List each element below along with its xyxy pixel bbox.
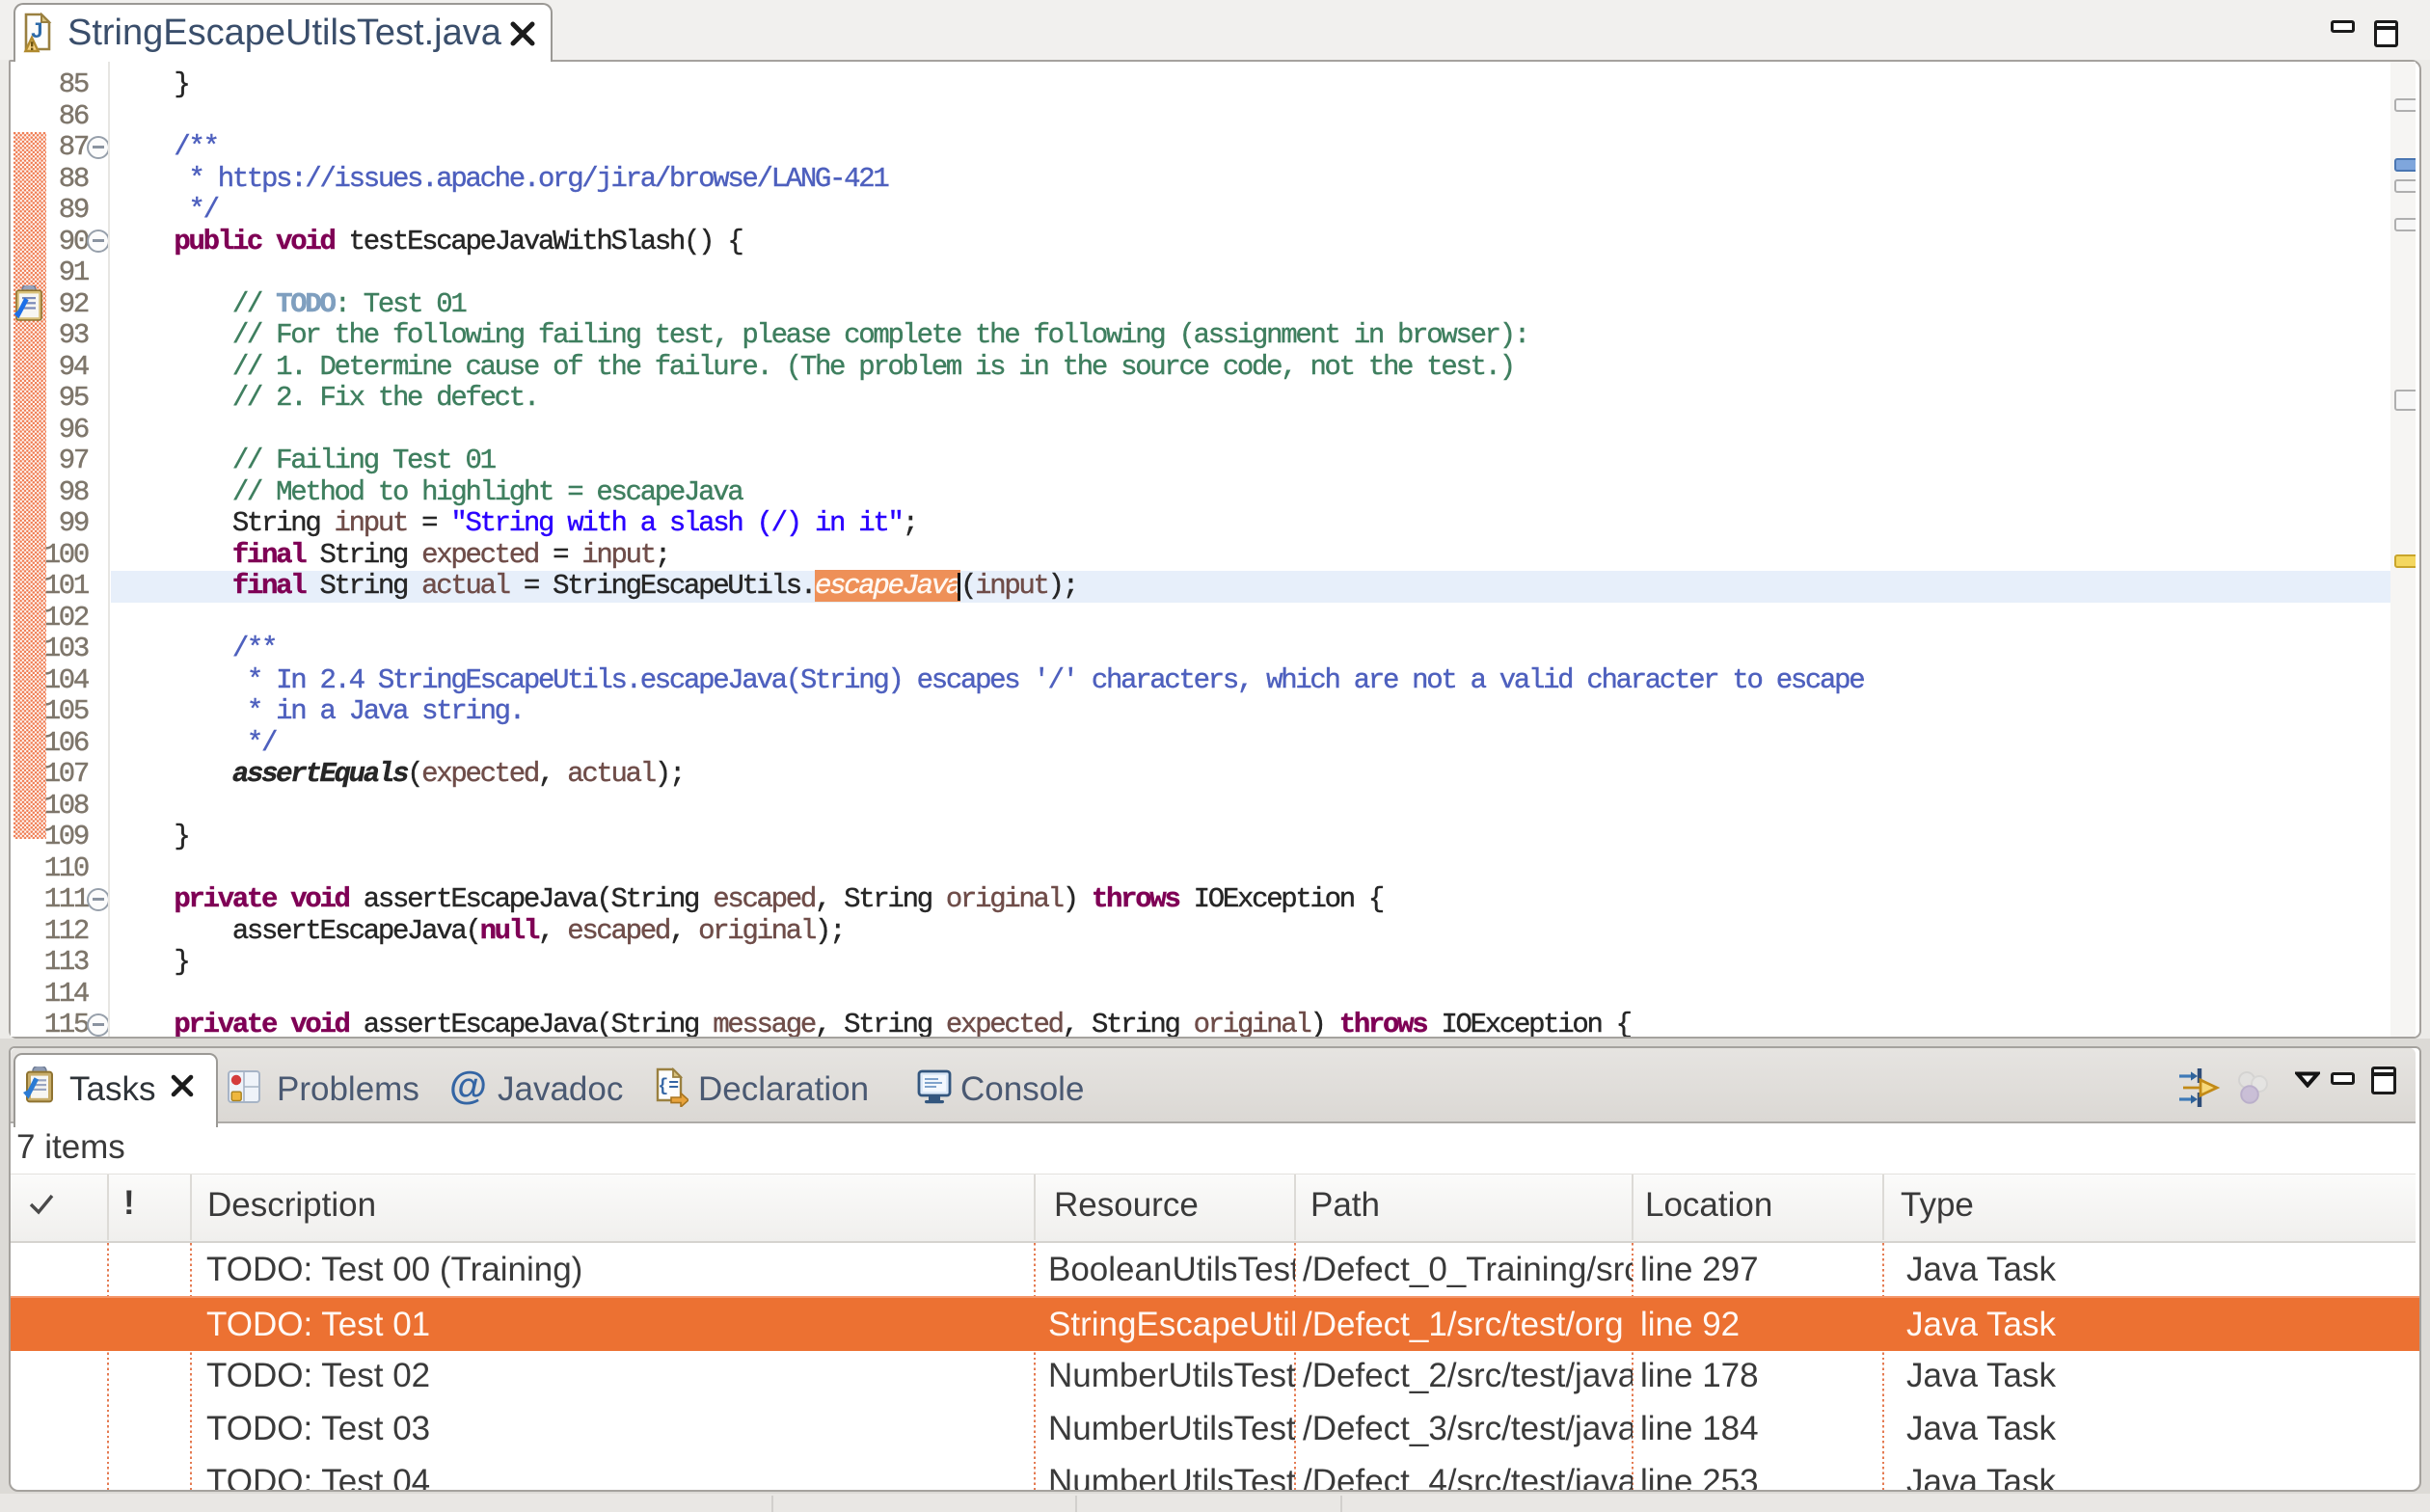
svg-text:{=: {= (658, 1077, 679, 1096)
